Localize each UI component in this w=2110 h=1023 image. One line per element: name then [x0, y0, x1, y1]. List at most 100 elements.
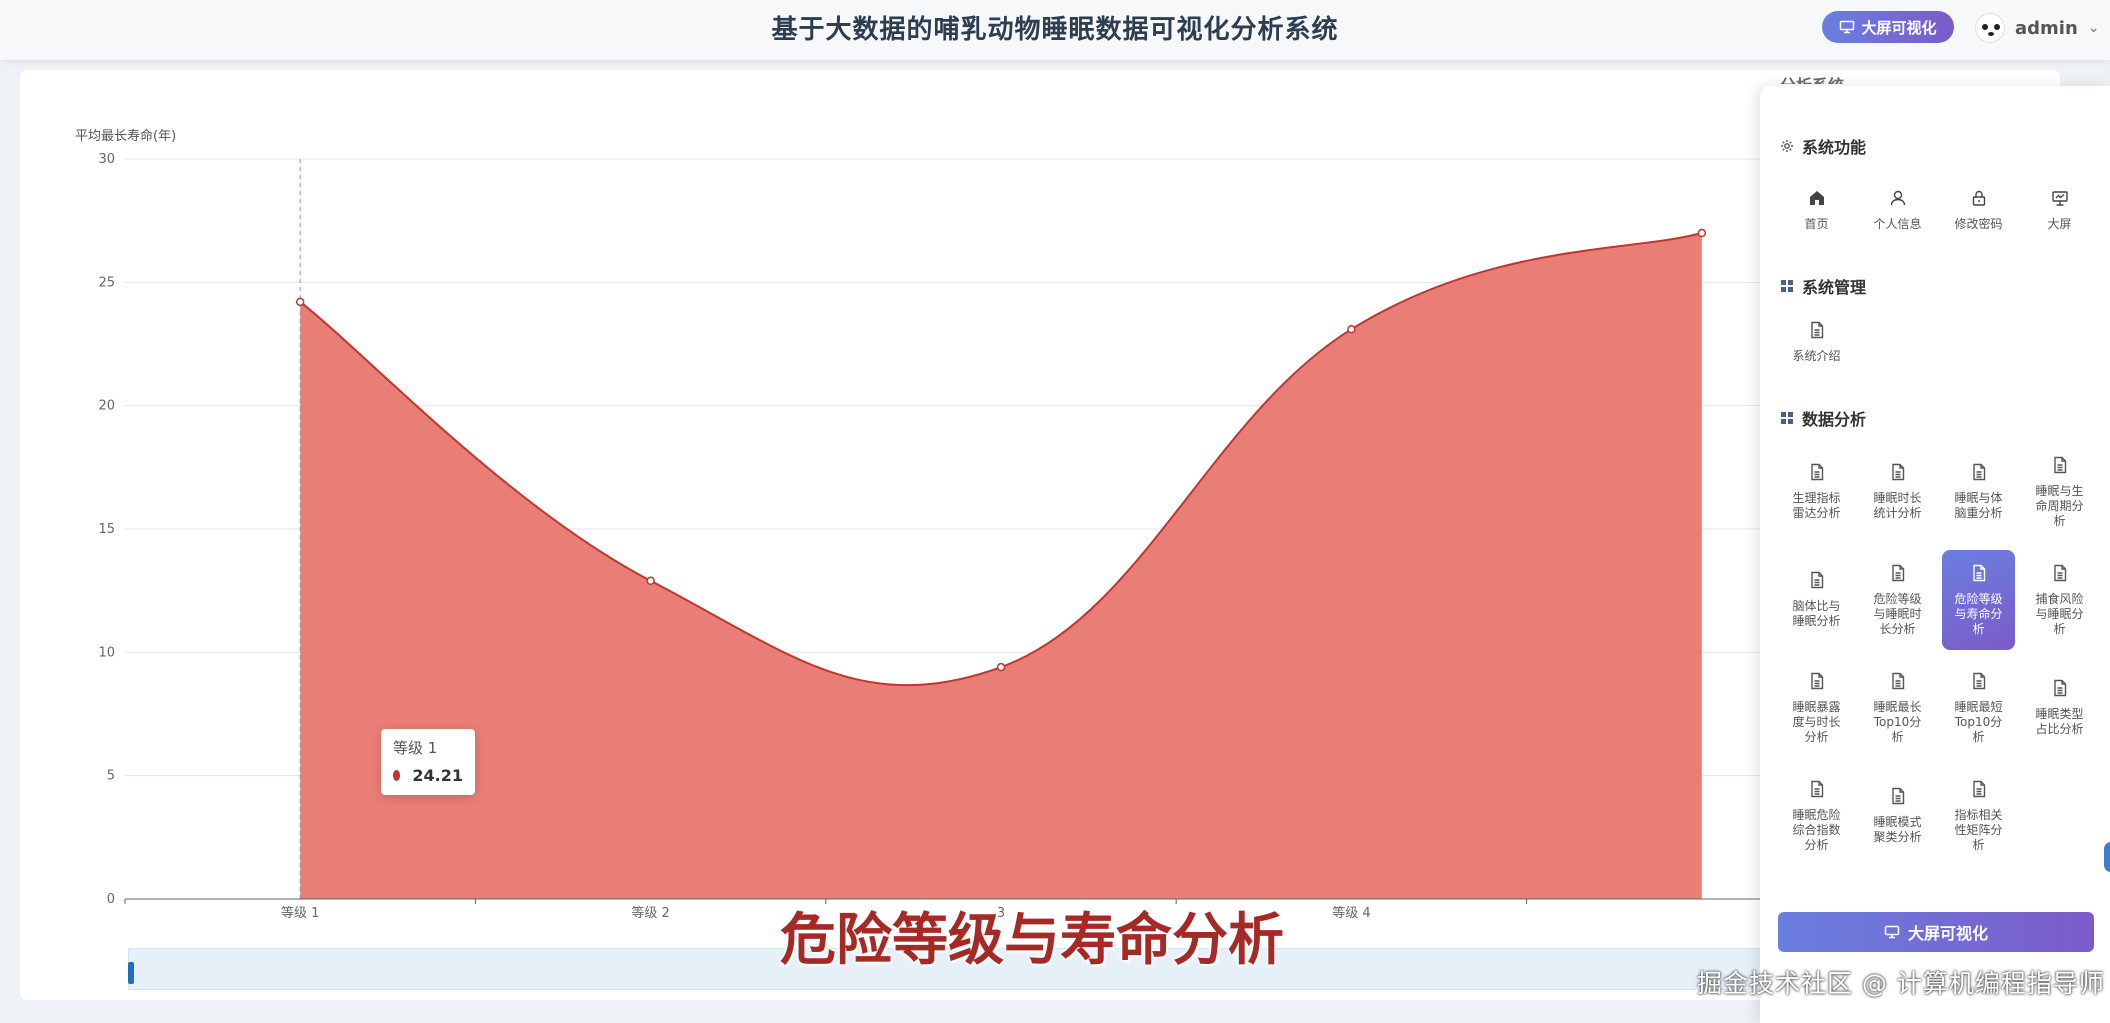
watermark: 掘金技术社区 @ 计算机编程指导师 [1697, 969, 2105, 998]
top-bar: 基于大数据的哺乳动物睡眠数据可视化分析系统 大屏可视化 admin ⌄ [0, 0, 2110, 60]
lock-icon [1970, 189, 1988, 211]
nav-tile-system_management-0[interactable]: 系统介绍 [1780, 310, 1853, 374]
nav-tile-data_analysis-10[interactable]: 睡眠最短 Top10分 析 [1942, 658, 2015, 758]
scroll-tab[interactable] [2104, 842, 2110, 872]
big-screen-button-label: 大屏可视化 [1861, 18, 1937, 37]
data-zoom-handle[interactable] [128, 962, 134, 984]
chevron-down-icon: ⌄ [2087, 20, 2100, 36]
document-icon [1970, 463, 1988, 485]
section-data-analysis: 数据分析 [1780, 406, 1866, 430]
nav-tile-data_analysis-2[interactable]: 睡眠与体 脑重分析 [1942, 442, 2015, 542]
data-point-0 [295, 297, 305, 307]
gear-icon [1781, 140, 1793, 152]
nav-tile-system_functions-3[interactable]: 大屏 [2023, 178, 2096, 242]
user-menu[interactable]: admin ⌄ [1975, 12, 2100, 44]
nav-tile-data_analysis-13[interactable]: 睡眠模式 聚类分析 [1861, 766, 1934, 866]
system-functions-grid: 首页 个人信息 修改密码 大屏 [1780, 178, 2104, 242]
video-caption: 危险等级与寿命分析 [780, 908, 1284, 973]
nav-tile-data_analysis-9[interactable]: 睡眠最长 Top10分 析 [1861, 658, 1934, 758]
home-icon [1808, 189, 1826, 211]
nav-tile-label: 睡眠与生 命周期分 析 [2035, 483, 2084, 528]
panel-big-screen-button-label: 大屏可视化 [1907, 924, 1988, 943]
nav-tile-system_functions-2[interactable]: 修改密码 [1942, 178, 2015, 242]
app-title: 基于大数据的哺乳动物睡眠数据可视化分析系统 [771, 15, 1339, 45]
panel-title-cut: 分析系统 [1780, 72, 1844, 84]
data-point-3 [1347, 324, 1356, 334]
nav-panel: 分析系统 系统功能 首页个人信息修改密码大屏 系统管理 系统介绍 数据分析 生理… [1760, 76, 2110, 1023]
nav-tile-data_analysis-1[interactable]: 睡眠时长 统计分析 [1861, 442, 1934, 542]
x-tick-label: 等级 2 [631, 905, 669, 921]
x-tick-label: 等级 1 [281, 905, 319, 921]
data-analysis-grid: 生理指标 雷达分析 睡眠时长 统计分析 睡眠与体 脑重分析 睡眠与生 命周期分 析脑体… [1780, 442, 2104, 866]
y-tick-label: 15 [98, 522, 115, 537]
y-tick-label: 30 [98, 152, 115, 167]
chart-tooltip: 等级 1 24.21 [381, 729, 475, 795]
nav-tile-data_analysis-0[interactable]: 生理指标 雷达分析 [1780, 442, 1853, 542]
document-icon [1970, 672, 1988, 694]
nav-tile-data_analysis-4[interactable]: 脑体比与 睡眠分析 [1780, 550, 1853, 650]
document-icon [2051, 564, 2069, 586]
monitor-icon [1884, 925, 1900, 939]
nav-tile-label: 脑体比与 睡眠分析 [1792, 599, 1841, 628]
nav-tile-label: 睡眠与体 脑重分析 [1954, 491, 2003, 520]
tooltip-series-dot [393, 770, 401, 781]
grid-icon [1781, 412, 1793, 424]
chart-card: 平均最长寿命(年) 0 5 10 15 20 25 30 等级 1 等级 2 3 等级 4 [20, 70, 2060, 1000]
nav-tile-label: 睡眠危险 综合指数 分析 [1792, 807, 1841, 852]
nav-tile-label: 捕食风险 与睡眠分 析 [2035, 591, 2084, 636]
screen-icon [2051, 189, 2069, 211]
y-tick-label: 10 [98, 645, 115, 660]
system-management-grid: 系统介绍 [1780, 310, 2104, 374]
nav-tile-label: 大屏 [2047, 216, 2072, 231]
nav-tile-data_analysis-6[interactable]: 危险等级 与寿命分 析 [1942, 550, 2015, 650]
nav-tile-label: 危险等级 与睡眠时 长分析 [1873, 591, 1922, 636]
y-axis-label: 平均最长寿命(年) [75, 128, 176, 144]
grid-icon [1781, 280, 1793, 292]
nav-tile-label: 修改密码 [1954, 216, 2003, 231]
nav-tile-data_analysis-14[interactable]: 指标相关 性矩阵分 析 [1942, 766, 2015, 866]
username: admin [2015, 17, 2078, 39]
nav-tile-label: 睡眠类型 占比分析 [2035, 707, 2084, 736]
nav-tile-data_analysis-7[interactable]: 捕食风险 与睡眠分 析 [2023, 550, 2096, 650]
area-fill [300, 233, 1702, 899]
nav-tile-data_analysis-8[interactable]: 睡眠暴露 度与时长 分析 [1780, 658, 1853, 758]
section-system-management: 系统管理 [1780, 274, 1866, 298]
nav-tile-data_analysis-11[interactable]: 睡眠类型 占比分析 [2023, 658, 2096, 758]
y-tick-label: 0 [107, 892, 115, 907]
tooltip-title: 等级 1 [393, 739, 438, 757]
avatar [1975, 13, 2005, 43]
document-icon [1808, 321, 1826, 343]
data-point-2 [996, 662, 1006, 672]
section-system-functions: 系统功能 [1780, 134, 1866, 158]
document-icon [1808, 463, 1826, 485]
nav-tile-label: 生理指标 雷达分析 [1792, 491, 1841, 520]
nav-tile-label: 危险等级 与寿命分 析 [1954, 591, 2003, 636]
nav-tile-system_functions-0[interactable]: 首页 [1780, 178, 1853, 242]
document-icon [1970, 564, 1988, 586]
document-icon [1889, 787, 1907, 809]
nav-tile-data_analysis-5[interactable]: 危险等级 与睡眠时 长分析 [1861, 550, 1934, 650]
document-icon [1808, 571, 1826, 593]
nav-tile-label: 睡眠最短 Top10分 析 [1954, 699, 2003, 744]
nav-tile-system_functions-1[interactable]: 个人信息 [1861, 178, 1934, 242]
area-chart: 平均最长寿命(年)051015202530等级 1 等级 2 3 等级 4 [75, 128, 1760, 921]
nav-tile-label: 睡眠模式 聚类分析 [1873, 815, 1922, 844]
panel-big-screen-button[interactable]: 大屏可视化 [1778, 912, 2094, 952]
nav-tile-label: 睡眠最长 Top10分 析 [1873, 699, 1922, 744]
data-point-1 [646, 576, 655, 586]
document-icon [1970, 780, 1988, 802]
document-icon [1808, 672, 1826, 694]
nav-tile-label: 睡眠暴露 度与时长 分析 [1792, 699, 1841, 744]
nav-tile-label: 系统介绍 [1792, 348, 1841, 363]
document-icon [2051, 679, 2069, 701]
document-icon [2051, 456, 2069, 478]
y-tick-label: 25 [98, 275, 115, 290]
document-icon [1889, 463, 1907, 485]
nav-tile-data_analysis-3[interactable]: 睡眠与生 命周期分 析 [2023, 442, 2096, 542]
nav-tile-label: 个人信息 [1873, 216, 1922, 231]
nav-tile-label: 指标相关 性矩阵分 析 [1954, 807, 2003, 852]
nav-tile-data_analysis-12[interactable]: 睡眠危险 综合指数 分析 [1780, 766, 1853, 866]
data-point-4 [1697, 228, 1707, 238]
nav-tile-label: 首页 [1804, 216, 1829, 231]
big-screen-button[interactable]: 大屏可视化 [1822, 11, 1954, 43]
